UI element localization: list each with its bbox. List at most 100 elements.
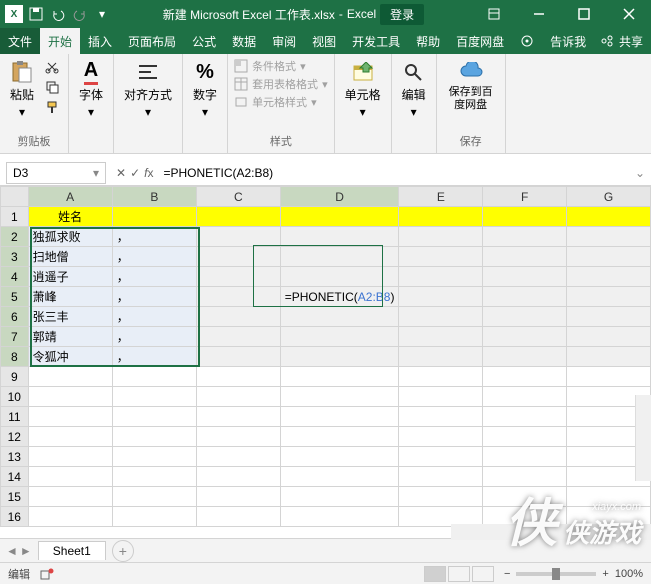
cell[interactable]: [483, 427, 567, 447]
tab-formula[interactable]: 公式: [184, 28, 224, 54]
cell[interactable]: [567, 347, 651, 367]
cell[interactable]: [112, 447, 196, 467]
cell[interactable]: [196, 387, 280, 407]
cell[interactable]: [280, 507, 399, 527]
row-header[interactable]: 5: [1, 287, 29, 307]
cell[interactable]: [483, 327, 567, 347]
column-header[interactable]: G: [567, 187, 651, 207]
tab-prev-icon[interactable]: ◄: [6, 544, 18, 558]
chevron-down-icon[interactable]: ▾: [93, 166, 99, 180]
row-header[interactable]: 12: [1, 427, 29, 447]
cell[interactable]: [483, 367, 567, 387]
cell[interactable]: [196, 327, 280, 347]
undo-icon[interactable]: [48, 4, 68, 24]
cell[interactable]: 扫地僧: [28, 247, 112, 267]
cell[interactable]: [112, 487, 196, 507]
cell[interactable]: [567, 327, 651, 347]
align-button[interactable]: 对齐方式 ▾: [120, 58, 176, 121]
column-header[interactable]: F: [483, 187, 567, 207]
cell[interactable]: [196, 227, 280, 247]
cell[interactable]: [112, 507, 196, 527]
cells-button[interactable]: 单元格 ▾: [341, 58, 385, 121]
cell[interactable]: [483, 407, 567, 427]
cell[interactable]: [280, 247, 399, 267]
column-header[interactable]: D: [280, 187, 399, 207]
cell[interactable]: [28, 487, 112, 507]
cell[interactable]: [196, 247, 280, 267]
cut-icon[interactable]: [42, 58, 62, 76]
cell[interactable]: [196, 307, 280, 327]
row-header[interactable]: 16: [1, 507, 29, 527]
row-header[interactable]: 1: [1, 207, 29, 227]
vertical-scrollbar[interactable]: [635, 395, 651, 481]
cell[interactable]: [112, 467, 196, 487]
cell[interactable]: [28, 507, 112, 527]
zoom-out-icon[interactable]: −: [504, 568, 510, 580]
cell[interactable]: 姓名: [28, 207, 112, 227]
cell[interactable]: [28, 407, 112, 427]
cell[interactable]: ，: [112, 347, 196, 367]
cell[interactable]: [399, 287, 483, 307]
cell[interactable]: [399, 467, 483, 487]
format-painter-icon[interactable]: [42, 98, 62, 116]
cell[interactable]: [399, 427, 483, 447]
row-header[interactable]: 9: [1, 367, 29, 387]
cell[interactable]: [196, 207, 280, 227]
tellme-label[interactable]: 告诉我: [542, 28, 594, 54]
cell[interactable]: [483, 387, 567, 407]
cell[interactable]: [483, 467, 567, 487]
cell[interactable]: [399, 387, 483, 407]
ribbon-options-icon[interactable]: [471, 0, 516, 28]
cell[interactable]: [483, 347, 567, 367]
number-button[interactable]: % 数字 ▾: [189, 58, 221, 121]
cell[interactable]: [280, 487, 399, 507]
editing-button[interactable]: 编辑 ▾: [398, 58, 430, 121]
cell[interactable]: 令狐冲: [28, 347, 112, 367]
cell[interactable]: [483, 267, 567, 287]
row-header[interactable]: 4: [1, 267, 29, 287]
cell[interactable]: [280, 427, 399, 447]
cell[interactable]: 逍遥子: [28, 267, 112, 287]
cell[interactable]: [280, 367, 399, 387]
table-format-button[interactable]: 套用表格格式▾: [234, 76, 328, 92]
cell-styles-button[interactable]: 单元格样式▾: [234, 94, 328, 110]
tellme-icon[interactable]: [512, 28, 542, 54]
save-icon[interactable]: [26, 4, 46, 24]
tab-dev[interactable]: 开发工具: [344, 28, 408, 54]
cond-format-button[interactable]: 条件格式▾: [234, 58, 328, 74]
cell[interactable]: [399, 447, 483, 467]
close-icon[interactable]: [606, 0, 651, 28]
cell[interactable]: [280, 407, 399, 427]
cell[interactable]: [399, 247, 483, 267]
column-header[interactable]: E: [399, 187, 483, 207]
cancel-formula-icon[interactable]: ✕: [116, 166, 126, 180]
cell[interactable]: [196, 347, 280, 367]
cell[interactable]: [280, 467, 399, 487]
cell[interactable]: [483, 247, 567, 267]
select-all-corner[interactable]: [1, 187, 29, 207]
tab-view[interactable]: 视图: [304, 28, 344, 54]
copy-icon[interactable]: [42, 78, 62, 96]
cell[interactable]: ，: [112, 307, 196, 327]
cell[interactable]: [399, 207, 483, 227]
minimize-icon[interactable]: [516, 0, 561, 28]
cell[interactable]: [399, 347, 483, 367]
cell[interactable]: [112, 207, 196, 227]
cell[interactable]: =PHONETIC(A2:B8): [280, 287, 399, 307]
cell[interactable]: [196, 287, 280, 307]
cell[interactable]: [280, 327, 399, 347]
cell[interactable]: [280, 207, 399, 227]
column-header[interactable]: C: [196, 187, 280, 207]
share-icon[interactable]: [601, 35, 613, 47]
cell[interactable]: [196, 487, 280, 507]
cell[interactable]: [567, 287, 651, 307]
view-normal-icon[interactable]: [424, 566, 446, 582]
save-baidu-button[interactable]: 保存到百度网盘: [443, 58, 499, 114]
cell[interactable]: [196, 427, 280, 447]
tab-review[interactable]: 审阅: [264, 28, 304, 54]
tab-baidu[interactable]: 百度网盘: [448, 28, 512, 54]
cell[interactable]: [196, 507, 280, 527]
row-header[interactable]: 13: [1, 447, 29, 467]
cell[interactable]: [567, 267, 651, 287]
zoom-level[interactable]: 100%: [615, 568, 643, 580]
